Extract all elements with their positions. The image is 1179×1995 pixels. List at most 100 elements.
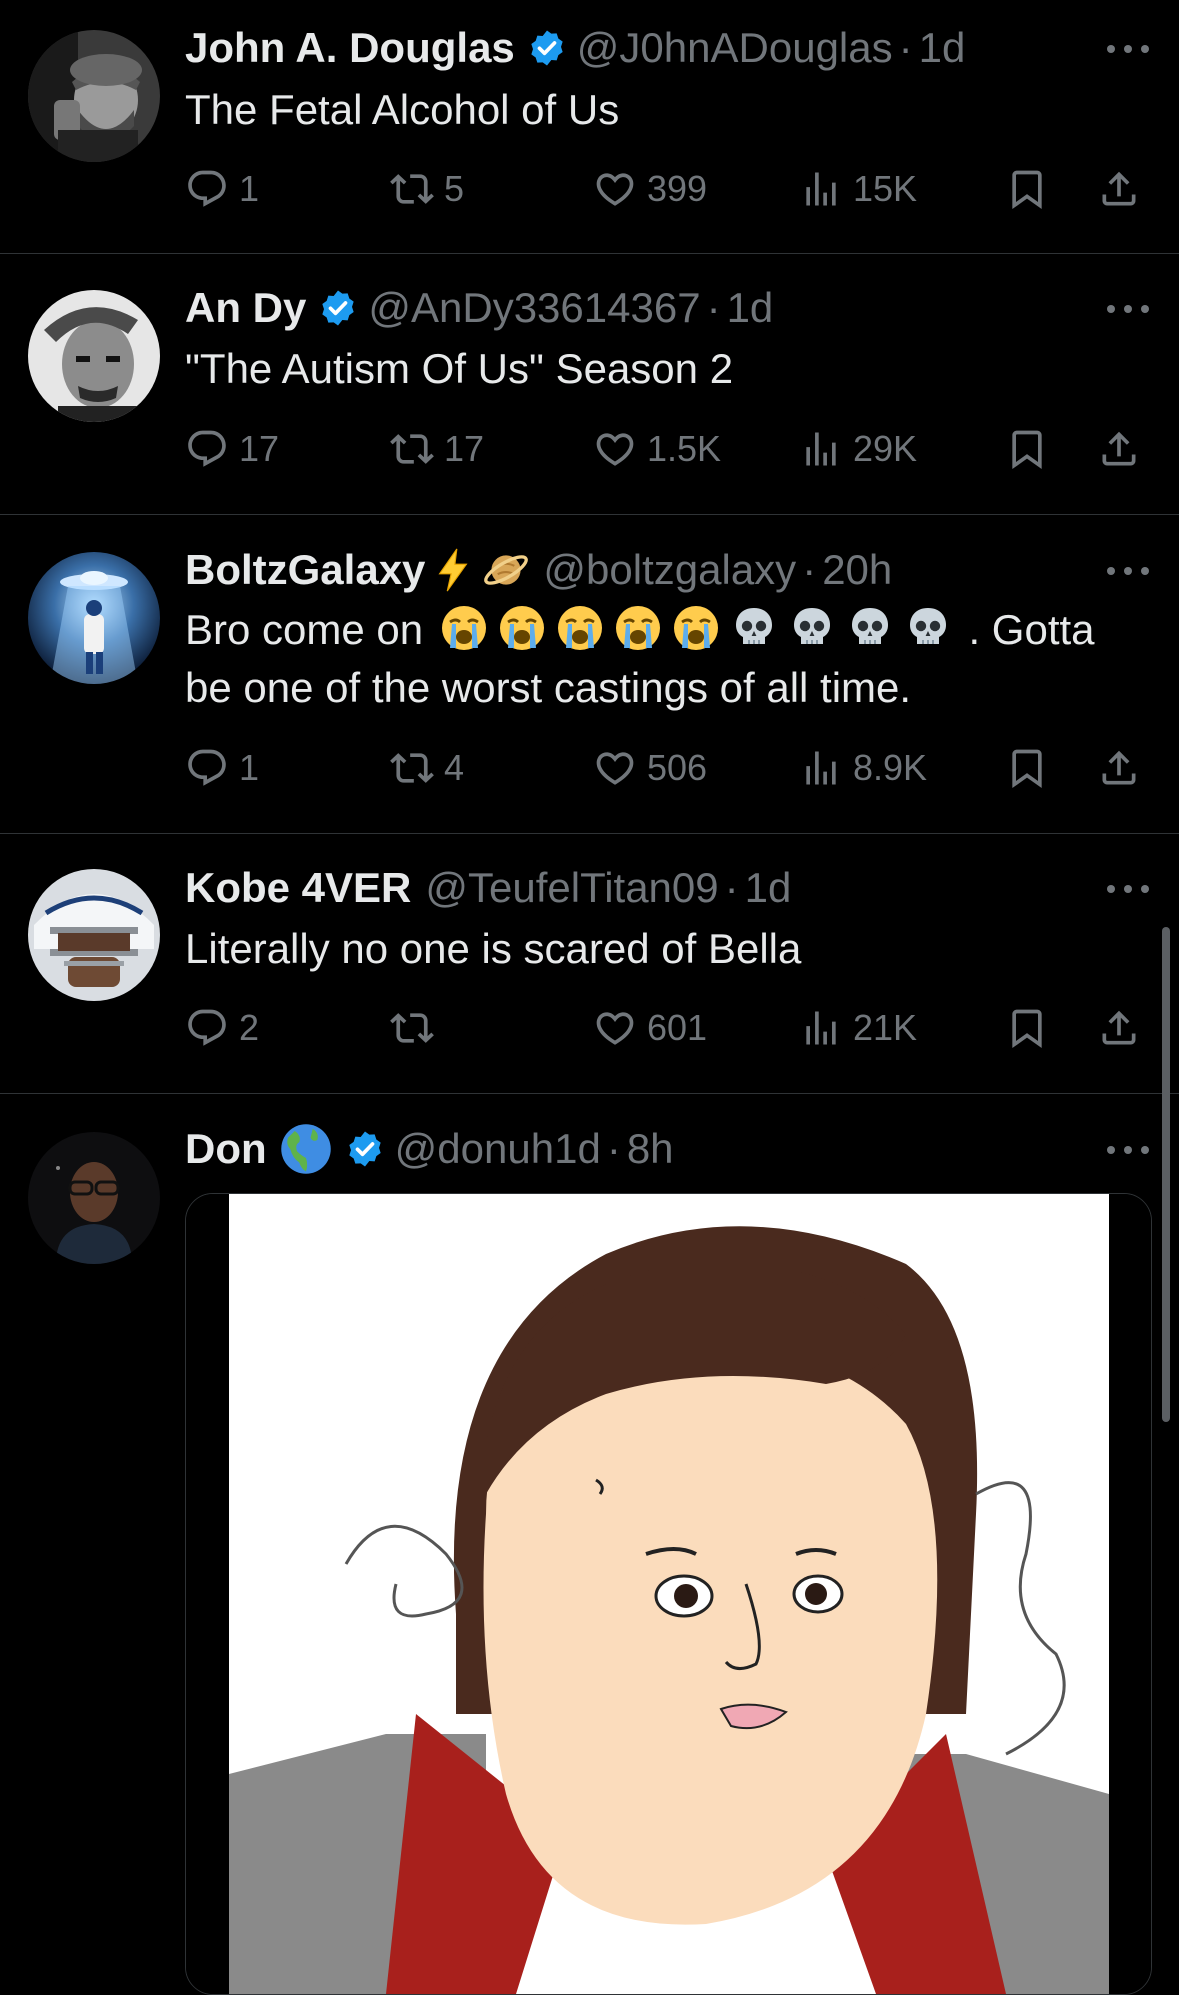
scrollbar[interactable] (1162, 927, 1170, 1422)
retweet-count: 4 (444, 747, 465, 788)
avatar[interactable] (28, 869, 160, 1001)
more-options-icon[interactable] (1107, 302, 1149, 316)
share-button[interactable] (1097, 421, 1141, 477)
loudly-crying-face-icon (673, 606, 718, 650)
share-icon (1102, 1010, 1136, 1045)
like-button[interactable]: 601 (593, 1000, 707, 1056)
view-count: 21K (853, 1007, 918, 1048)
retweet-button[interactable] (390, 1000, 444, 1056)
display-name[interactable]: Don (185, 1125, 267, 1173)
bookmark-button[interactable] (1005, 740, 1049, 796)
timestamp[interactable]: 20h (822, 546, 892, 594)
more-options-icon[interactable] (1107, 42, 1149, 56)
like-button[interactable]: 506 (593, 740, 707, 796)
views-button[interactable]: 21K (799, 1000, 917, 1056)
separator: · (606, 1125, 621, 1172)
bookmark-button[interactable] (1005, 161, 1049, 217)
more-options-icon[interactable] (1107, 882, 1149, 896)
heart-icon (596, 1012, 634, 1045)
reply-count: 1 (239, 168, 260, 209)
reply-button[interactable]: 17 (185, 421, 279, 477)
loudly-crying-face-icon (499, 606, 544, 650)
timestamp[interactable]: 8h (627, 1125, 674, 1173)
tweet-text: The Fetal Alcohol of Us (185, 86, 620, 133)
bookmark-icon (1012, 170, 1042, 210)
loudly-crying-face-icon (615, 606, 660, 650)
tweet-text-start: Bro come on (185, 606, 424, 653)
analytics-icon (806, 751, 836, 785)
tweet[interactable]: John A. Douglas @J0hnADouglas · 1d The F… (0, 0, 1179, 254)
bookmark-button[interactable] (1005, 421, 1049, 477)
handle[interactable]: @AnDy33614367 (368, 284, 700, 332)
like-count: 399 (647, 168, 708, 209)
bookmark-button[interactable] (1005, 1000, 1049, 1056)
retweet-icon (390, 753, 434, 783)
bookmark-icon (1012, 749, 1042, 789)
share-button[interactable] (1097, 1000, 1141, 1056)
like-count: 1.5K (647, 428, 722, 469)
retweet-button[interactable]: 17 (390, 421, 484, 477)
handle[interactable]: @boltzgalaxy (543, 546, 796, 594)
tweet-text-end: . Gotta (968, 606, 1095, 653)
share-icon (1102, 431, 1136, 466)
display-name[interactable]: An Dy (185, 284, 306, 332)
reply-icon (188, 749, 226, 786)
tweet[interactable]: An Dy @AnDy33614367 · 1d "The Autism Of … (0, 254, 1179, 515)
share-button[interactable] (1097, 161, 1141, 217)
timestamp[interactable]: 1d (727, 284, 774, 332)
view-count: 8.9K (853, 747, 928, 788)
skull-icon (793, 608, 830, 644)
view-count: 29K (853, 428, 918, 469)
tweet[interactable]: BoltzGalaxy @boltzgalaxy · 20h Bro come … (0, 515, 1179, 834)
reply-count: 1 (239, 747, 260, 788)
retweet-icon (390, 434, 434, 464)
more-options-icon[interactable] (1107, 564, 1149, 578)
tweet-media-image[interactable] (185, 1193, 1152, 1995)
handle[interactable]: @donuh1d (395, 1125, 601, 1173)
views-button[interactable]: 15K (799, 161, 917, 217)
heart-icon (596, 752, 634, 785)
handle[interactable]: @TeufelTitan09 (425, 864, 718, 912)
tweet-text: Literally no one is scared of Bella (185, 925, 802, 972)
retweet-button[interactable]: 4 (390, 740, 464, 796)
action-bar: 1 4 506 8.9K (185, 740, 1145, 796)
tweet[interactable]: Kobe 4VER @TeufelTitan09 · 1d Literally … (0, 834, 1179, 1094)
retweet-button[interactable]: 5 (390, 161, 464, 217)
view-count: 15K (853, 168, 918, 209)
avatar[interactable] (28, 552, 160, 684)
like-button[interactable]: 399 (593, 161, 707, 217)
bookmark-icon (1012, 430, 1042, 470)
avatar[interactable] (28, 1132, 160, 1264)
timestamp[interactable]: 1d (919, 24, 966, 72)
action-bar: 17 17 1.5K 29K (185, 421, 1145, 477)
display-name[interactable]: Kobe 4VER (185, 864, 411, 912)
reply-button[interactable]: 2 (185, 1000, 259, 1056)
views-button[interactable]: 29K (799, 421, 917, 477)
display-name[interactable]: John A. Douglas (185, 24, 515, 72)
skull-icon (851, 608, 888, 644)
like-button[interactable]: 1.5K (593, 421, 721, 477)
display-name[interactable]: BoltzGalaxy (185, 546, 425, 594)
retweet-icon (390, 1013, 434, 1043)
ringed-planet-icon (481, 545, 531, 595)
share-button[interactable] (1097, 740, 1141, 796)
avatar[interactable] (28, 290, 160, 422)
like-count: 601 (647, 1007, 708, 1048)
heart-icon (596, 173, 634, 206)
tweet-text: "The Autism Of Us" Season 2 (185, 345, 734, 392)
views-button[interactable]: 8.9K (799, 740, 927, 796)
retweet-count: 17 (444, 428, 485, 469)
reply-button[interactable]: 1 (185, 161, 259, 217)
reply-button[interactable]: 1 (185, 740, 259, 796)
more-options-icon[interactable] (1107, 1143, 1149, 1157)
action-bar: 2 601 21K (185, 1000, 1145, 1056)
separator: · (724, 864, 739, 911)
retweet-icon (390, 174, 434, 204)
avatar[interactable] (28, 30, 160, 162)
loudly-crying-face-icon (441, 606, 486, 650)
analytics-icon (806, 172, 836, 206)
globe-americas-icon (279, 1122, 333, 1176)
handle[interactable]: @J0hnADouglas (577, 24, 893, 72)
bookmark-icon (1012, 1009, 1042, 1049)
timestamp[interactable]: 1d (745, 864, 792, 912)
